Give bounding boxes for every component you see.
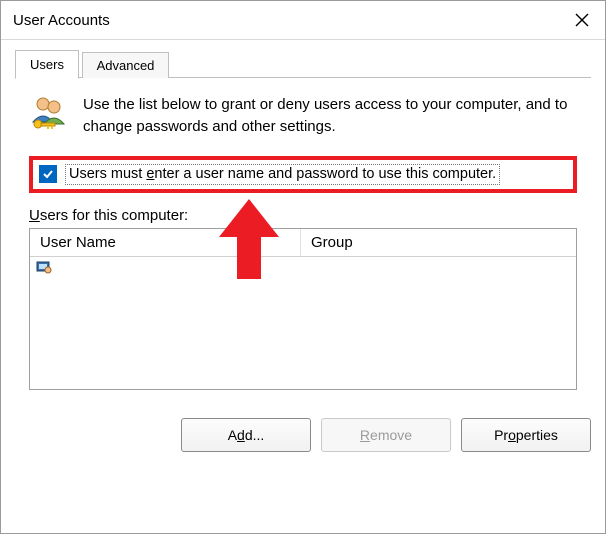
user-item-icon bbox=[36, 259, 52, 275]
require-login-label-suffix: nter a user name and password to use thi… bbox=[154, 166, 496, 182]
titlebar: User Accounts bbox=[1, 1, 605, 40]
user-accounts-window: User Accounts Users Advanced bbox=[0, 0, 606, 534]
remove-button-rest: emove bbox=[370, 427, 412, 443]
listview-rows bbox=[30, 257, 576, 389]
tab-strip: Users Advanced bbox=[15, 50, 591, 78]
close-button[interactable] bbox=[559, 4, 605, 36]
tab-advanced[interactable]: Advanced bbox=[82, 52, 170, 78]
properties-button-suffix: perties bbox=[516, 427, 558, 443]
remove-button-accel: R bbox=[360, 427, 370, 443]
intro-text: Use the list below to grant or deny user… bbox=[83, 94, 577, 138]
add-button-accel: d bbox=[237, 427, 245, 443]
add-button[interactable]: Add... bbox=[181, 418, 311, 452]
users-keys-icon bbox=[29, 94, 69, 134]
users-list-label: Users for this computer: bbox=[29, 207, 577, 224]
checkmark-icon bbox=[42, 168, 54, 180]
window-title: User Accounts bbox=[13, 12, 559, 29]
require-login-highlight: Users must enter a user name and passwor… bbox=[29, 156, 577, 194]
users-list-label-rest: sers for this computer: bbox=[40, 207, 188, 224]
column-header-group[interactable]: Group bbox=[301, 229, 576, 256]
column-header-username[interactable]: User Name bbox=[30, 229, 301, 256]
list-item[interactable] bbox=[30, 257, 576, 277]
add-button-prefix: A bbox=[228, 427, 237, 443]
require-login-label-prefix: Users must bbox=[69, 166, 146, 182]
remove-button: Remove bbox=[321, 418, 451, 452]
listview-header: User Name Group bbox=[30, 229, 576, 257]
properties-button[interactable]: Properties bbox=[461, 418, 591, 452]
tab-panel-users: Use the list below to grant or deny user… bbox=[15, 78, 591, 402]
require-login-label[interactable]: Users must enter a user name and passwor… bbox=[65, 164, 500, 186]
add-button-suffix: d... bbox=[245, 427, 264, 443]
tab-users[interactable]: Users bbox=[15, 50, 79, 79]
users-listview[interactable]: User Name Group bbox=[29, 228, 577, 390]
users-list-label-accel: U bbox=[29, 207, 40, 224]
require-login-checkbox[interactable] bbox=[39, 165, 57, 183]
button-row: Add... Remove Properties bbox=[15, 418, 591, 452]
properties-button-accel: o bbox=[508, 427, 516, 443]
properties-button-prefix: Pr bbox=[494, 427, 508, 443]
intro-row: Use the list below to grant or deny user… bbox=[29, 94, 577, 138]
close-icon bbox=[575, 13, 589, 27]
